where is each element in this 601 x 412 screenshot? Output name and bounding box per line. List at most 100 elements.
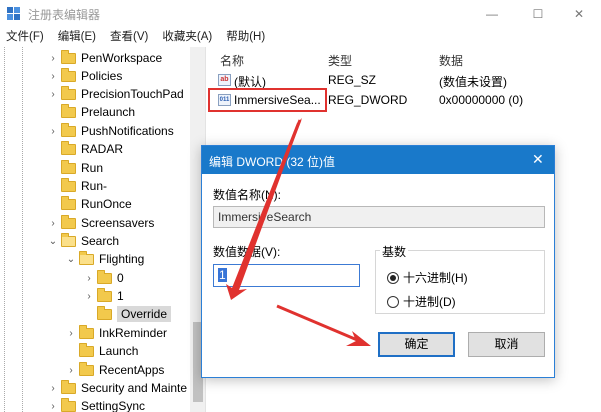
chevron-right-icon[interactable]: › — [48, 89, 58, 100]
radio-hex-label: 十六进制(H) — [403, 271, 468, 285]
radio-checked-icon[interactable] — [387, 271, 399, 284]
radio-hexadecimal[interactable]: 十六进制(H) — [387, 269, 468, 286]
chevron-right-icon[interactable]: › — [48, 126, 58, 137]
folder-icon — [61, 49, 76, 64]
tree-item-label: RADAR — [81, 142, 124, 156]
chevron-down-icon[interactable]: ⌄ — [48, 236, 58, 247]
menu-file[interactable]: 文件(F) — [0, 28, 51, 47]
menu-favorites[interactable]: 收藏夹(A) — [155, 28, 219, 47]
radio-decimal[interactable]: 十进制(D) — [387, 293, 456, 310]
folder-icon — [61, 195, 76, 210]
ok-button[interactable]: 确定 — [378, 332, 455, 357]
maximize-button[interactable]: ☐ — [516, 0, 560, 28]
list-header: 名称 类型 数据 — [207, 52, 601, 70]
folder-icon — [79, 342, 94, 357]
tree-item[interactable]: ⌄ Search — [48, 232, 119, 250]
tree-item[interactable]: Launch — [66, 342, 138, 360]
base-group: 基数 十六进制(H) 十进制(D) — [375, 243, 545, 314]
tree-item[interactable]: › Policies — [48, 67, 122, 85]
value-data-input[interactable]: 1 — [213, 264, 360, 287]
tree-item[interactable]: Run — [48, 159, 103, 177]
column-header-data[interactable]: 数据 — [439, 52, 463, 69]
tree-item[interactable]: › PenWorkspace — [48, 49, 162, 67]
value-type: REG_DWORD — [328, 93, 408, 107]
chevron-right-icon[interactable]: › — [48, 218, 58, 229]
tree-item-label: 1 — [117, 289, 124, 303]
tree-item[interactable]: › SettingSync — [48, 397, 145, 412]
tree-item-label: PushNotifications — [81, 124, 174, 138]
cancel-button[interactable]: 取消 — [468, 332, 545, 357]
tree-item[interactable]: › RecentApps — [66, 361, 164, 379]
tree-item[interactable]: ⌄ Flighting — [66, 250, 144, 268]
chevron-right-icon[interactable]: › — [48, 71, 58, 82]
folder-icon — [61, 140, 76, 155]
chevron-down-icon[interactable]: ⌄ — [66, 254, 76, 265]
value-type: REG_SZ — [328, 73, 377, 87]
tree-item-selected[interactable]: Override — [84, 305, 172, 323]
chevron-right-icon[interactable]: › — [48, 53, 58, 64]
chevron-right-icon[interactable]: › — [48, 383, 58, 394]
menu-help[interactable]: 帮助(H) — [219, 28, 272, 47]
folder-icon — [61, 159, 76, 174]
reg-string-icon: ab — [218, 74, 231, 86]
folder-icon — [79, 361, 94, 376]
tree-item-label: Run- — [81, 179, 108, 193]
tree-item-label: RecentApps — [99, 363, 165, 377]
tree-item[interactable]: › 1 — [84, 287, 124, 305]
chevron-right-icon[interactable]: › — [84, 273, 94, 284]
radio-unchecked-icon[interactable] — [387, 295, 399, 308]
tree-item[interactable]: RunOnce — [48, 195, 132, 213]
tree-item[interactable]: › Security and Mainte — [48, 379, 187, 397]
key-tree: › PenWorkspace › Policies › PrecisionTou… — [0, 47, 206, 412]
tree-item-label: Search — [81, 234, 120, 248]
base-group-label: 基数 — [380, 243, 409, 260]
tree-item-label: Override — [117, 306, 172, 322]
column-header-name[interactable]: 名称 — [220, 52, 244, 69]
radio-dec-label: 十进制(D) — [403, 295, 456, 309]
tree-item-label: 0 — [117, 271, 124, 285]
chevron-right-icon[interactable]: › — [66, 365, 76, 376]
folder-open-icon — [79, 250, 94, 265]
value-name-label: 数值名称(N): — [213, 188, 281, 202]
tree-guide-line — [22, 47, 23, 412]
value-data: (数值未设置) — [439, 75, 507, 89]
folder-icon — [61, 85, 76, 100]
dialog-title: 编辑 DWORD (32 位)值 — [209, 155, 336, 169]
tree-item[interactable]: › PushNotifications — [48, 122, 174, 140]
dialog-close-icon[interactable]: ✕ — [532, 151, 544, 168]
chevron-right-icon[interactable]: › — [48, 401, 58, 412]
folder-open-icon — [61, 232, 76, 247]
folder-icon — [61, 103, 76, 118]
menu-view[interactable]: 查看(V) — [103, 28, 155, 47]
chevron-right-icon[interactable]: › — [84, 291, 94, 302]
folder-icon — [79, 324, 94, 339]
tree-item-label: Launch — [99, 344, 139, 358]
tree-item[interactable]: RADAR — [48, 140, 123, 158]
edit-dword-dialog: 编辑 DWORD (32 位)值 ✕ 数值名称(N): ImmersiveSea… — [201, 145, 555, 378]
folder-icon — [61, 379, 76, 394]
chevron-right-icon[interactable]: › — [66, 328, 76, 339]
folder-icon — [61, 397, 76, 412]
menu-bar: 文件(F) 编辑(E) 查看(V) 收藏夹(A) 帮助(H) — [0, 28, 601, 47]
tree-item[interactable]: › Screensavers — [48, 214, 154, 232]
registry-editor-icon — [7, 7, 20, 20]
tree-item-label: Policies — [81, 69, 123, 83]
value-name-field: ImmersiveSearch — [213, 206, 545, 228]
tree-item[interactable]: Run- — [48, 177, 107, 195]
tree-item[interactable]: Prelaunch — [48, 103, 135, 121]
selected-value-text: 1 — [218, 268, 227, 282]
tree-item[interactable]: › PrecisionTouchPad — [48, 85, 184, 103]
tree-item-label: Prelaunch — [81, 105, 136, 119]
title-bar: 注册表编辑器 — ☐ ✕ — [0, 0, 601, 28]
dialog-title-bar: 编辑 DWORD (32 位)值 ✕ — [202, 146, 554, 174]
menu-edit[interactable]: 编辑(E) — [51, 28, 103, 47]
column-header-type[interactable]: 类型 — [328, 52, 352, 69]
tree-item[interactable]: › InkReminder — [66, 324, 167, 342]
close-button[interactable]: ✕ — [557, 0, 601, 28]
window-title: 注册表编辑器 — [28, 8, 101, 22]
minimize-button[interactable]: — — [470, 0, 514, 28]
folder-icon — [61, 67, 76, 82]
folder-icon — [61, 122, 76, 137]
tree-item[interactable]: › 0 — [84, 269, 124, 287]
tree-item-label: Security and Mainte — [81, 381, 188, 395]
